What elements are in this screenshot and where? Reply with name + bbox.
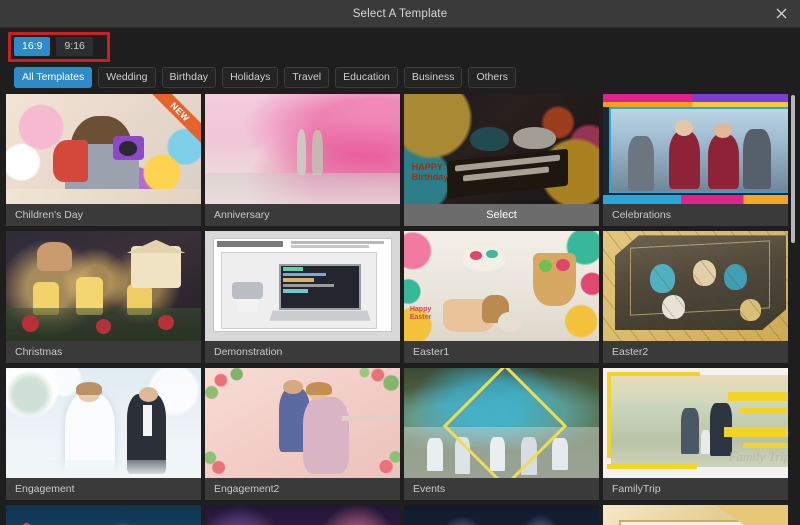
template-name-label: Children's Day <box>6 204 201 226</box>
new-badge: NEW <box>143 94 201 152</box>
new-badge-label: NEW <box>143 94 201 149</box>
template-card[interactable] <box>603 505 798 525</box>
category-chip-business[interactable]: Business <box>403 67 463 88</box>
template-thumbnail[interactable] <box>404 505 599 525</box>
select-button[interactable]: Select <box>404 204 599 226</box>
template-grid-scroll-area[interactable]: NEW Children's Day Anniversary HAPPY Birth… <box>0 90 800 525</box>
template-card[interactable]: Christmas <box>6 231 201 363</box>
template-thumbnail[interactable] <box>603 94 798 204</box>
template-card[interactable] <box>205 505 400 525</box>
template-name-label: Easter2 <box>603 341 798 363</box>
aspect-ratio-toolbar: 16:9 9:16 <box>0 28 800 64</box>
template-thumbnail[interactable] <box>6 368 201 478</box>
template-thumbnail[interactable] <box>205 368 400 478</box>
template-thumbnail[interactable] <box>603 231 798 341</box>
template-name-label: Events <box>404 478 599 500</box>
scrollbar-track[interactable] <box>788 90 799 525</box>
template-card[interactable]: Easter2 <box>603 231 798 363</box>
template-card[interactable] <box>6 505 201 525</box>
template-thumbnail[interactable] <box>603 505 798 525</box>
template-name-label: FamilyTrip <box>603 478 798 500</box>
template-card[interactable]: Happy Easter Easter1 <box>404 231 599 363</box>
template-name-label: Engagement <box>6 478 201 500</box>
category-chip-birthday[interactable]: Birthday <box>161 67 217 88</box>
category-chip-education[interactable]: Education <box>335 67 398 88</box>
template-name-label: Celebrations <box>603 204 798 226</box>
template-card[interactable]: NEW Children's Day <box>6 94 201 226</box>
close-icon[interactable] <box>762 0 800 27</box>
template-name-label: Christmas <box>6 341 201 363</box>
template-card[interactable]: HAPPY Birthday Select <box>404 94 599 226</box>
template-thumbnail[interactable]: Happy Easter <box>404 231 599 341</box>
template-card[interactable]: Engagement2 <box>205 368 400 500</box>
category-chip-holidays[interactable]: Holidays <box>222 67 279 88</box>
template-thumbnail[interactable]: Family Trip <box>603 368 798 478</box>
template-thumbnail[interactable] <box>6 231 201 341</box>
template-card[interactable]: Demonstration <box>205 231 400 363</box>
template-card[interactable]: Engagement <box>6 368 201 500</box>
template-thumbnail[interactable]: HAPPY Birthday <box>404 94 599 204</box>
category-chip-others[interactable]: Others <box>468 67 516 88</box>
template-grid: NEW Children's Day Anniversary HAPPY Birth… <box>0 90 800 525</box>
category-chip-all-templates[interactable]: All Templates <box>14 67 93 88</box>
category-chip-wedding[interactable]: Wedding <box>98 67 156 88</box>
template-thumbnail[interactable] <box>205 505 400 525</box>
category-filter-bar: All Templates Wedding Birthday Holidays … <box>0 64 800 91</box>
category-chip-travel[interactable]: Travel <box>284 67 330 88</box>
template-card[interactable]: Events <box>404 368 599 500</box>
dialog-title-bar: Select A Template <box>0 0 800 28</box>
page-title: Select A Template <box>352 7 448 20</box>
ratio-button-16-9[interactable]: 16:9 <box>14 36 51 56</box>
template-name-label: Engagement2 <box>205 478 400 500</box>
template-card[interactable] <box>404 505 599 525</box>
template-card[interactable]: Celebrations <box>603 94 798 226</box>
template-thumbnail[interactable] <box>404 368 599 478</box>
template-name-label: Anniversary <box>205 204 400 226</box>
template-thumbnail[interactable] <box>6 505 201 525</box>
template-thumbnail[interactable]: NEW <box>6 94 201 204</box>
template-card[interactable]: Anniversary <box>205 94 400 226</box>
template-thumbnail[interactable] <box>205 231 400 341</box>
template-card[interactable]: Family Trip FamilyTrip <box>603 368 798 500</box>
scrollbar-thumb[interactable] <box>791 95 795 243</box>
template-name-label: Demonstration <box>205 341 400 363</box>
template-thumbnail[interactable] <box>205 94 400 204</box>
ratio-button-9-16[interactable]: 9:16 <box>56 36 93 56</box>
template-name-label: Easter1 <box>404 341 599 363</box>
